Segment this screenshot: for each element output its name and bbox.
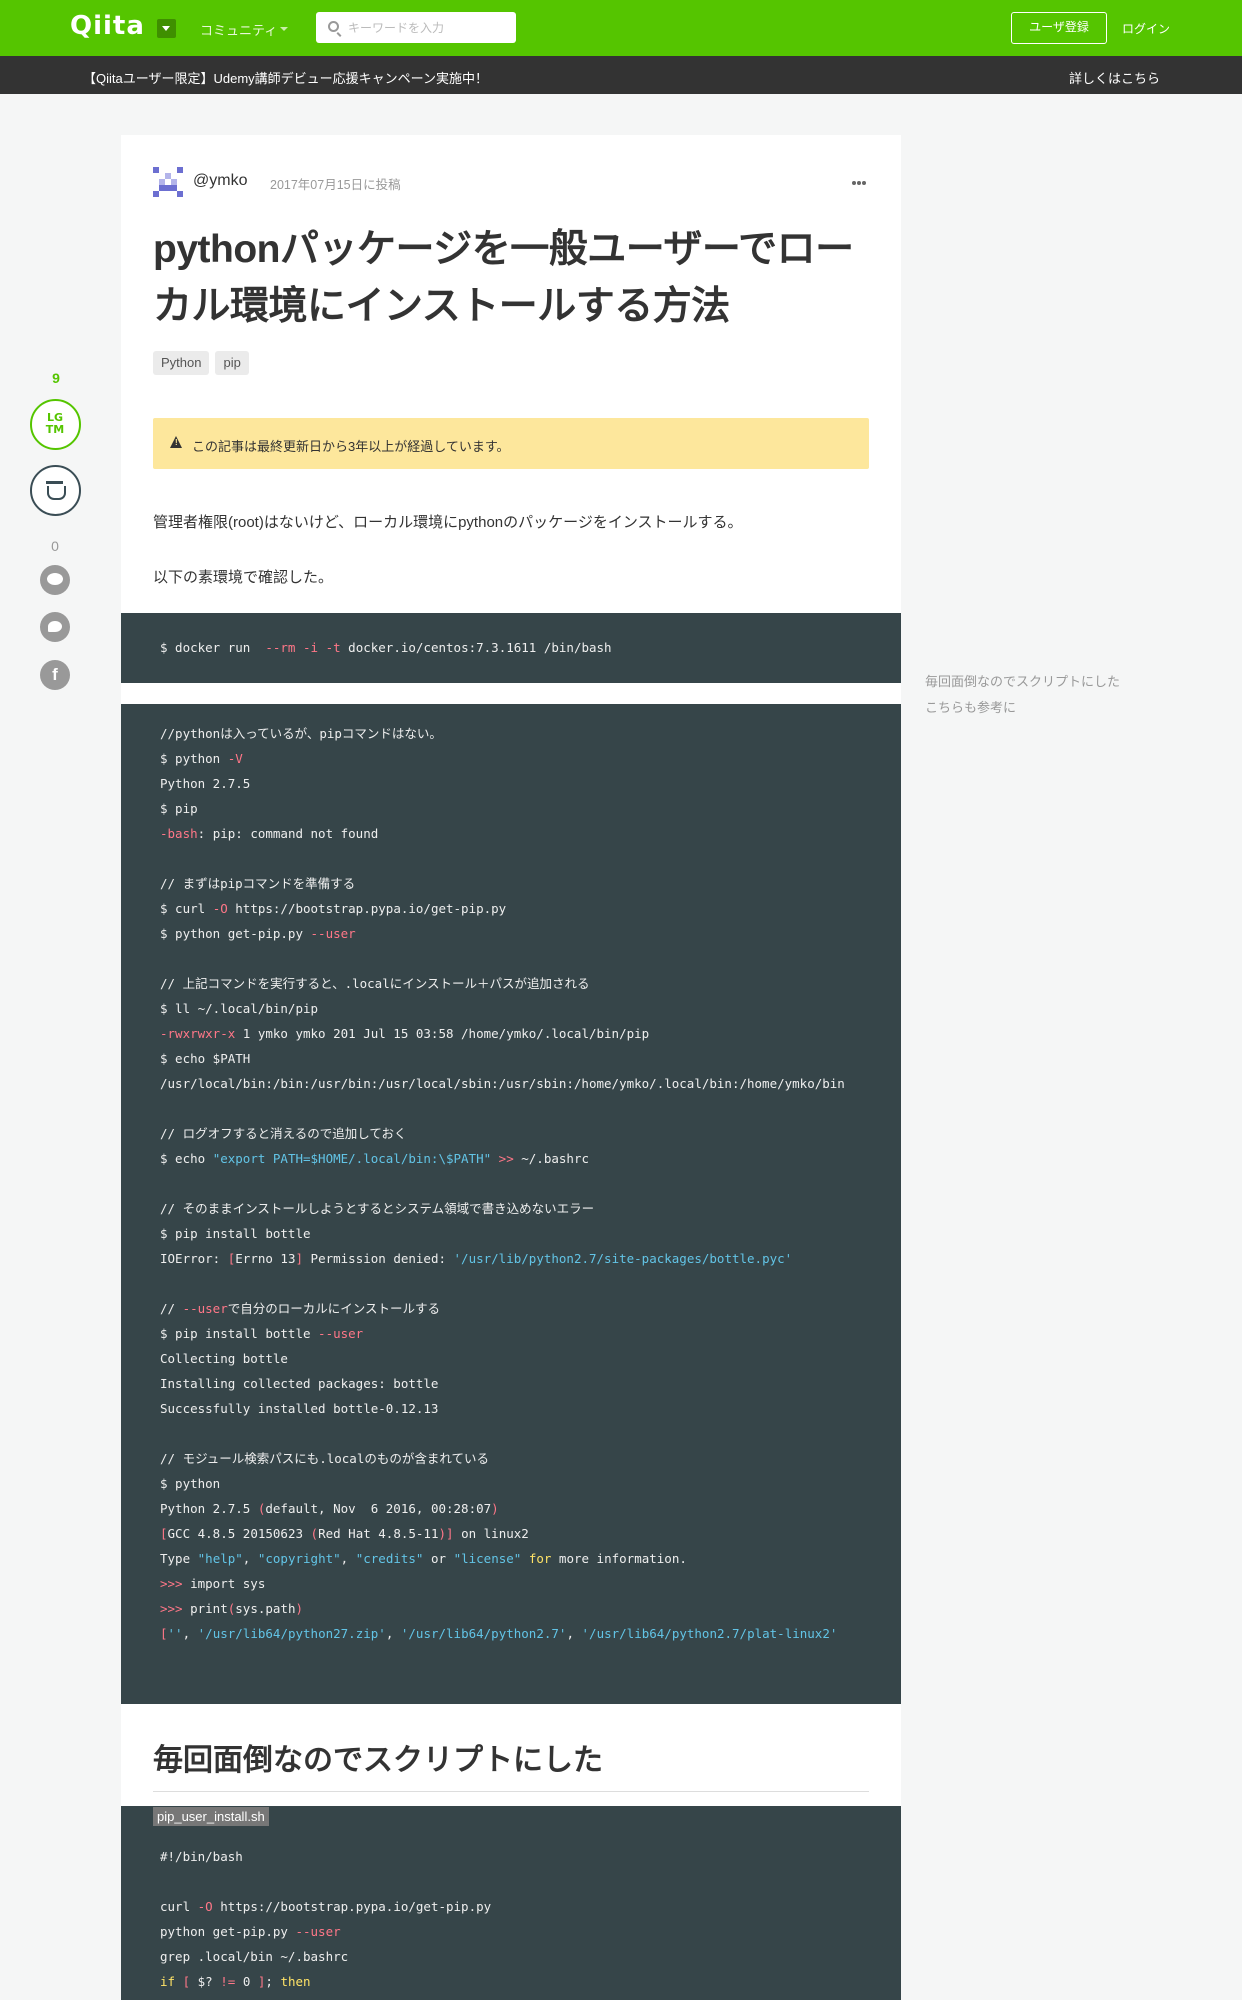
code-line: $ python get-pip.py --user (160, 926, 356, 941)
code-line: $ docker run --rm -i -t docker.io/centos… (160, 640, 612, 655)
tag-pip[interactable]: pip (215, 351, 249, 375)
code-line: // そのままインストールしようとするとシステム領域で書き込めないエラー (160, 1201, 595, 1216)
code-content: $ docker run --rm -i -t docker.io/centos… (160, 613, 870, 683)
banner-text: 【Qiitaユーザー限定】Udemy講師デビュー応援キャンペーン実施中！ (83, 71, 488, 86)
search-box (316, 12, 516, 43)
code-line: //pythonは入っているが、pipコマンドはない。 (160, 726, 442, 741)
lgtm-button[interactable]: LG TM (30, 399, 81, 450)
code-line: #!/bin/bash (160, 1849, 243, 1864)
code-line: // ログオフすると消えるので追加しておく (160, 1126, 407, 1141)
code-line: // 上記コマンドを実行すると、.localにインストール＋パスが追加される (160, 976, 590, 991)
code-line: if [ $? != 0 ]; then (160, 1974, 311, 1989)
code-line: $ python (160, 1476, 221, 1491)
code-line: /usr/local/bin:/bin:/usr/bin:/usr/local/… (160, 1076, 845, 1091)
code-line: // まずはpipコマンドを準備する (160, 876, 356, 891)
campaign-banner: 【Qiitaユーザー限定】Udemy講師デビュー応援キャンペーン実施中！ 詳しく… (0, 56, 1242, 94)
code-line: grep .local/bin ~/.bashrc (160, 1949, 349, 1964)
code-line: $ echo "export PATH=$HOME/.local/bin:\$P… (160, 1151, 589, 1166)
author-name[interactable]: @ymko (193, 172, 247, 190)
code-content: //pythonは入っているが、pipコマンドはない。 $ python -V Py… (160, 704, 870, 1704)
code-line: Collecting bottle (160, 1351, 288, 1366)
comment-count: 0 (51, 538, 59, 554)
code-line: Python 2.7.5 (160, 776, 251, 791)
article-title: pythonパッケージを一般ユーザーでローカル環境にインストールする方法 (153, 228, 854, 328)
code-line: $ echo $PATH (160, 1051, 251, 1066)
code-block: $ docker run --rm -i -t docker.io/centos… (121, 613, 901, 683)
code-line: Type "help", "copyright", "credits" or "… (160, 1551, 687, 1566)
code-content: #!/bin/bash curl -O https://bootstrap.pyp… (160, 1806, 870, 2000)
search-input[interactable] (348, 12, 508, 43)
code-line: [GCC 4.8.5 20150623 (Red Hat 4.8.5-11)] … (160, 1526, 529, 1541)
code-line: >>> print(sys.path) (160, 1601, 304, 1616)
outdated-notice: この記事は最終更新日から3年以上が経過しています。 (153, 418, 869, 469)
posted-date: 2017年07月15日に投稿 (270, 178, 401, 192)
more-menu-icon[interactable] (852, 181, 866, 185)
paragraph: 管理者権限(root)はないけど、ローカル環境にpythonのパッケージをインス… (153, 514, 743, 531)
section-heading: 毎回面倒なのでスクリプトにした (153, 1735, 869, 1792)
logo-menu-caret-icon[interactable] (157, 19, 176, 38)
facebook-icon[interactable]: f (40, 660, 70, 690)
code-line: // --userで自分のローカルにインストールする (160, 1301, 440, 1316)
code-line: -bash: pip: command not found (160, 826, 379, 841)
tag-python[interactable]: Python (153, 351, 210, 375)
code-line: curl -O https://bootstrap.pypa.io/get-pi… (160, 1899, 492, 1914)
qiita-logo[interactable]: Qiita (70, 11, 145, 41)
community-menu[interactable]: コミュニティ (200, 20, 277, 39)
code-line: $ pip install bottle --user (160, 1326, 364, 1341)
code-block: #!/bin/bash curl -O https://bootstrap.pyp… (121, 1806, 901, 2000)
code-line: $ python -V (160, 751, 243, 766)
lgtm-label: LG TM (45, 411, 65, 436)
warning-icon (170, 436, 183, 448)
stock-button[interactable] (30, 465, 81, 516)
table-of-contents: 毎回面倒なのでスクリプトにした こちらも参考に (925, 669, 1120, 721)
banner-link[interactable]: 詳しくはこちら (1069, 68, 1160, 87)
toc-item[interactable]: こちらも参考に (925, 695, 1120, 721)
code-line: python get-pip.py --user (160, 1924, 341, 1939)
article: @ymko 2017年07月15日に投稿 pythonパッケージを一般ユーザーで… (121, 135, 901, 2000)
code-line: $ ll ~/.local/bin/pip (160, 1001, 319, 1016)
lgtm-count: 9 (52, 370, 60, 386)
code-line: $ curl -O https://bootstrap.pypa.io/get-… (160, 901, 507, 916)
global-header: Qiita コミュニティ ユーザ登録 ログイン (0, 0, 1242, 56)
search-icon (328, 21, 339, 32)
notice-text: この記事は最終更新日から3年以上が経過しています。 (192, 439, 510, 454)
code-filename: pip_user_install.sh (153, 1807, 269, 1826)
chevron-down-icon[interactable] (280, 27, 288, 31)
tag-list: Python pip (153, 351, 255, 375)
code-line: Installing collected packages: bottle (160, 1376, 439, 1391)
code-line: Python 2.7.5 (default, Nov 6 2016, 00:28… (160, 1501, 499, 1516)
code-line: ['', '/usr/lib64/python27.zip', '/usr/li… (160, 1626, 838, 1641)
avatar[interactable] (153, 167, 183, 197)
code-line: Successfully installed bottle-0.12.13 (160, 1401, 439, 1416)
code-block: //pythonは入っているが、pipコマンドはない。 $ python -V Py… (121, 704, 901, 1704)
login-link[interactable]: ログイン (1122, 20, 1170, 37)
code-line: -rwxrwxr-x 1 ymko ymko 201 Jul 15 03:58 … (160, 1026, 650, 1041)
toc-item[interactable]: 毎回面倒なのでスクリプトにした (925, 669, 1120, 695)
signup-button[interactable]: ユーザ登録 (1011, 12, 1107, 44)
code-line: $ pip (160, 801, 198, 816)
twitter-icon[interactable] (40, 612, 70, 642)
comment-icon[interactable] (40, 565, 70, 595)
code-line: IOError: [Errno 13] Permission denied: '… (160, 1251, 793, 1266)
paragraph: 以下の素環境で確認した。 (153, 569, 334, 586)
code-line: $ pip install bottle (160, 1226, 311, 1241)
code-line: // モジュール検索パスにも.localのものが含まれている (160, 1451, 489, 1466)
code-line: >>> import sys (160, 1576, 266, 1591)
